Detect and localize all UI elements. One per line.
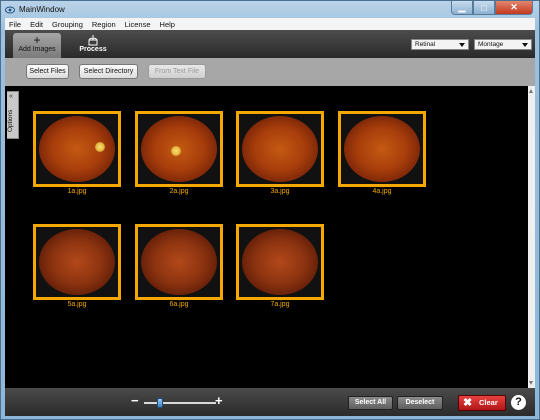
tab-add-images-label: Add Images xyxy=(18,46,56,53)
x-icon: ✖ xyxy=(463,397,473,409)
main-toolbar: + Add Images Process Retinal Montage xyxy=(5,30,535,58)
tab-process[interactable]: Process xyxy=(69,33,117,58)
window-title: MainWindow xyxy=(19,5,65,14)
menu-bar: File Edit Grouping Region License Help xyxy=(5,18,535,30)
chevrons-left-icon: « xyxy=(9,93,13,100)
image-thumbnail-4a[interactable] xyxy=(338,111,426,187)
image-thumbnail-6a[interactable] xyxy=(135,224,223,300)
main-window: MainWindow ▁ □ ✕ File Edit Grouping Regi… xyxy=(0,0,540,420)
cake-icon xyxy=(88,35,98,46)
image-caption: 6a.jpg xyxy=(169,301,189,308)
import-button-bar: Select Files Select Directory From Text … xyxy=(5,58,535,86)
select-all-button[interactable]: Select All xyxy=(348,396,393,410)
from-text-file-button[interactable]: From Text File xyxy=(148,64,206,79)
tab-process-label: Process xyxy=(79,46,107,53)
zoom-out-button[interactable]: − xyxy=(131,393,139,408)
plus-icon: + xyxy=(33,33,41,47)
image-thumbnail-3a[interactable] xyxy=(236,111,324,187)
image-thumbnail-5a[interactable] xyxy=(33,224,121,300)
close-button[interactable]: ✕ xyxy=(495,1,533,15)
eye-icon xyxy=(5,6,15,14)
image-caption: 7a.jpg xyxy=(270,301,290,308)
image-caption: 4a.jpg xyxy=(372,188,392,195)
optic-disc xyxy=(95,142,105,152)
menu-grouping[interactable]: Grouping xyxy=(52,20,83,29)
view-dropdown[interactable]: Montage xyxy=(474,39,532,50)
image-caption: 5a.jpg xyxy=(67,301,87,308)
help-icon[interactable]: ? xyxy=(511,395,526,410)
options-label: Options xyxy=(7,109,14,133)
zoom-in-button[interactable]: + xyxy=(215,393,223,408)
zoom-slider[interactable] xyxy=(144,402,216,404)
fundus-image xyxy=(141,116,217,182)
maximize-button[interactable]: □ xyxy=(473,1,495,15)
clear-button[interactable]: ✖ Clear xyxy=(458,395,506,411)
bottom-bar: − + Select All Deselect ✖ Clear ? xyxy=(5,388,535,416)
scroll-down-icon[interactable] xyxy=(529,381,533,385)
chevron-down-icon xyxy=(522,43,528,47)
scroll-up-icon[interactable] xyxy=(529,89,533,93)
menu-region[interactable]: Region xyxy=(92,20,116,29)
fundus-image xyxy=(39,116,115,182)
tab-add-images[interactable]: + Add Images xyxy=(13,33,61,58)
fundus-image xyxy=(242,116,318,182)
options-panel-toggle[interactable]: « Options xyxy=(7,91,19,139)
image-thumbnail-2a[interactable] xyxy=(135,111,223,187)
fundus-image xyxy=(242,229,318,295)
menu-license[interactable]: License xyxy=(125,20,151,29)
fundus-image xyxy=(39,229,115,295)
image-caption: 3a.jpg xyxy=(270,188,290,195)
minimize-button[interactable]: ▁ xyxy=(451,1,473,15)
vertical-scrollbar[interactable] xyxy=(528,86,535,388)
menu-file[interactable]: File xyxy=(9,20,21,29)
fundus-image xyxy=(344,116,420,182)
menu-help[interactable]: Help xyxy=(160,20,175,29)
title-bar: MainWindow ▁ □ ✕ xyxy=(1,1,539,19)
image-thumbnail-1a[interactable] xyxy=(33,111,121,187)
select-directory-button[interactable]: Select Directory xyxy=(79,64,138,79)
view-dropdown-value: Montage xyxy=(478,41,504,48)
clear-label: Clear xyxy=(479,398,498,407)
image-thumbnail-7a[interactable] xyxy=(236,224,324,300)
mode-dropdown-value: Retinal xyxy=(415,41,436,48)
zoom-slider-handle[interactable] xyxy=(157,398,163,408)
fundus-image xyxy=(141,229,217,295)
image-caption: 2a.jpg xyxy=(169,188,189,195)
deselect-button[interactable]: Deselect xyxy=(397,396,443,410)
menu-edit[interactable]: Edit xyxy=(30,20,43,29)
optic-disc xyxy=(171,146,181,156)
image-caption: 1a.jpg xyxy=(67,188,87,195)
chevron-down-icon xyxy=(459,43,465,47)
mode-dropdown[interactable]: Retinal xyxy=(411,39,469,50)
select-files-button[interactable]: Select Files xyxy=(26,64,69,79)
